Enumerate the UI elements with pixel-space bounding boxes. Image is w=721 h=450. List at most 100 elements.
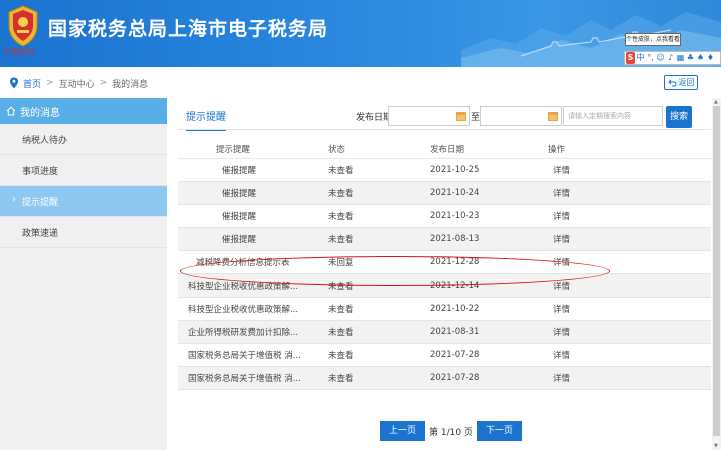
ime-skin-icon[interactable]: ♣ xyxy=(686,52,695,64)
pagination: 上一页 第 1/10 页 下一页 xyxy=(380,421,522,441)
breadcrumb-separator: > xyxy=(99,78,108,88)
row-date: 2021-07-28 xyxy=(428,366,548,391)
tax-emblem-icon xyxy=(8,5,38,47)
row-status: 未查看 xyxy=(326,181,428,205)
table-row: 催报提醒 未查看 2021-10-25 详情 xyxy=(178,158,711,182)
row-detail-link[interactable]: 详情 xyxy=(548,273,711,298)
search-button[interactable]: 搜索 xyxy=(666,106,692,128)
row-title[interactable]: 催报提醒 xyxy=(178,227,326,252)
tab-divider xyxy=(178,129,711,130)
row-detail-link[interactable]: 详情 xyxy=(548,181,711,205)
ime-toolbar[interactable]: S 中 °, ☺ ♪ ▦ ♣ ♠ ♦ xyxy=(624,51,721,65)
row-title[interactable]: 国家税务总局关于增值税 消... xyxy=(178,343,326,368)
row-date: 2021-07-28 xyxy=(428,343,548,368)
vertical-scrollbar[interactable]: ▲ ▼ xyxy=(712,98,721,450)
sidebar-title: 我的消息 xyxy=(20,107,60,119)
date-filter-label: 发布日期 xyxy=(356,113,393,123)
row-status: 未查看 xyxy=(326,343,428,368)
row-status: 未查看 xyxy=(326,204,428,229)
ime-toolbox-icon[interactable]: ♠ xyxy=(696,52,705,64)
calendar-icon[interactable] xyxy=(456,111,466,121)
row-detail-link[interactable]: 详情 xyxy=(548,297,711,321)
breadcrumb-current: 我的消息 xyxy=(112,79,149,90)
row-status: 未查看 xyxy=(326,227,428,252)
row-date: 2021-10-23 xyxy=(428,204,548,229)
ime-chinese-mode-icon[interactable]: 中 xyxy=(636,52,645,64)
row-date: 2021-10-24 xyxy=(428,181,548,205)
column-header-status: 状态 xyxy=(326,140,428,159)
emblem-caption: 中国税务 xyxy=(4,48,36,56)
scroll-down-arrow-icon[interactable]: ▼ xyxy=(714,443,718,449)
return-arrow-icon xyxy=(667,79,677,86)
table-row: 催报提醒 未查看 2021-10-23 详情 xyxy=(178,204,711,229)
row-title[interactable]: 催报提醒 xyxy=(178,204,326,229)
column-header-date: 发布日期 xyxy=(428,140,548,159)
row-detail-link[interactable]: 详情 xyxy=(548,250,711,275)
ime-punctuation-icon[interactable]: °, xyxy=(646,52,655,64)
date-range-separator: 至 xyxy=(471,113,481,123)
row-detail-link[interactable]: 详情 xyxy=(548,320,711,345)
back-button-label: 返回 xyxy=(678,78,695,87)
ime-skin-tooltip: 个性皮肤，点我看看 xyxy=(625,33,681,46)
prev-page-button[interactable]: 上一页 xyxy=(380,421,425,441)
row-title[interactable]: 催报提醒 xyxy=(178,181,326,205)
row-status: 未查看 xyxy=(326,320,428,345)
scroll-up-arrow-icon[interactable]: ▲ xyxy=(714,99,718,105)
scrollbar-thumb[interactable] xyxy=(713,106,720,436)
row-detail-link[interactable]: 详情 xyxy=(548,366,711,391)
breadcrumb: 首页 > 互动中心 > 我的消息 xyxy=(0,72,721,94)
start-date-input[interactable] xyxy=(388,106,470,126)
row-date: 2021-10-22 xyxy=(428,297,548,321)
sidebar-item-policy-express[interactable]: 政策速递 xyxy=(0,217,167,248)
row-title[interactable]: 企业所得税研发费加计扣除... xyxy=(178,320,326,345)
row-date: 2021-12-28 xyxy=(428,250,548,275)
table-row: 企业所得税研发费加计扣除... 未查看 2021-08-31 详情 xyxy=(178,320,711,345)
page-root: 中国税务 国家税务总局上海市电子税务局 个性皮肤，点我看看 S 中 °, ☺ ♪… xyxy=(0,0,721,450)
row-status: 未查看 xyxy=(326,273,428,298)
column-header-action: 操作 xyxy=(548,140,711,159)
main-panel: 提示提醒 发布日期 至 请输入定期搜索内容 搜索 提示提醒 状态 发布日期 操作… xyxy=(178,98,711,450)
row-title[interactable]: 国家税务总局关于增值税 消... xyxy=(178,366,326,391)
row-status: 未回复 xyxy=(326,250,428,275)
column-header-title: 提示提醒 xyxy=(178,140,326,159)
table-row-highlighted: 减税降费分析信息提示表 未回复 2021-12-28 详情 xyxy=(178,250,711,275)
end-date-input[interactable] xyxy=(480,106,562,126)
sidebar-item-reminders[interactable]: 提示提醒 xyxy=(0,186,167,217)
ime-menu-icon[interactable]: ♦ xyxy=(706,52,715,64)
search-input[interactable]: 请输入定期搜索内容 xyxy=(563,106,663,126)
table-row: 催报提醒 未查看 2021-10-24 详情 xyxy=(178,181,711,205)
next-page-button[interactable]: 下一页 xyxy=(476,421,522,441)
row-date: 2021-12-14 xyxy=(428,273,548,298)
row-date: 2021-08-13 xyxy=(428,227,548,252)
row-title[interactable]: 科技型企业税收优惠政策解... xyxy=(178,297,326,321)
row-detail-link[interactable]: 详情 xyxy=(548,227,711,252)
row-title[interactable]: 减税降费分析信息提示表 xyxy=(178,250,326,275)
breadcrumb-separator: > xyxy=(46,78,54,88)
ime-emoji-icon[interactable]: ☺ xyxy=(656,52,665,64)
row-title[interactable]: 催报提醒 xyxy=(178,158,326,182)
sidebar-header: 我的消息 xyxy=(0,98,167,124)
row-detail-link[interactable]: 详情 xyxy=(548,158,711,182)
sidebar-item-taxpayer-todo[interactable]: 纳税人待办 xyxy=(0,124,167,155)
row-title[interactable]: 科技型企业税收优惠政策解... xyxy=(178,273,326,298)
table-row: 国家税务总局关于增值税 消... 未查看 2021-07-28 详情 xyxy=(178,343,711,368)
ime-voice-icon[interactable]: ♪ xyxy=(666,52,675,64)
breadcrumb-home-link[interactable]: 首页 xyxy=(23,77,41,90)
location-pin-icon xyxy=(10,77,18,89)
site-title: 国家税务总局上海市电子税务局 xyxy=(48,18,329,40)
home-outline-icon xyxy=(6,106,16,116)
row-status: 未查看 xyxy=(326,158,428,182)
table-row: 科技型企业税收优惠政策解... 未查看 2021-12-14 详情 xyxy=(178,273,711,298)
row-detail-link[interactable]: 详情 xyxy=(548,204,711,229)
ime-keyboard-icon[interactable]: ▦ xyxy=(676,52,685,64)
sidebar-item-progress[interactable]: 事项进度 xyxy=(0,155,167,186)
breadcrumb-interaction-center-link[interactable]: 互动中心 xyxy=(59,77,95,90)
calendar-icon[interactable] xyxy=(548,111,558,121)
tab-reminders[interactable]: 提示提醒 xyxy=(186,108,226,131)
table-row: 科技型企业税收优惠政策解... 未查看 2021-10-22 详情 xyxy=(178,297,711,321)
sogou-logo-icon[interactable]: S xyxy=(626,52,635,64)
back-button[interactable]: 返回 xyxy=(664,75,698,90)
row-detail-link[interactable]: 详情 xyxy=(548,343,711,368)
messages-table: 提示提醒 状态 发布日期 操作 催报提醒 未查看 2021-10-25 详情 催… xyxy=(178,140,711,391)
site-header: 中国税务 国家税务总局上海市电子税务局 个性皮肤，点我看看 S 中 °, ☺ ♪… xyxy=(0,0,721,67)
